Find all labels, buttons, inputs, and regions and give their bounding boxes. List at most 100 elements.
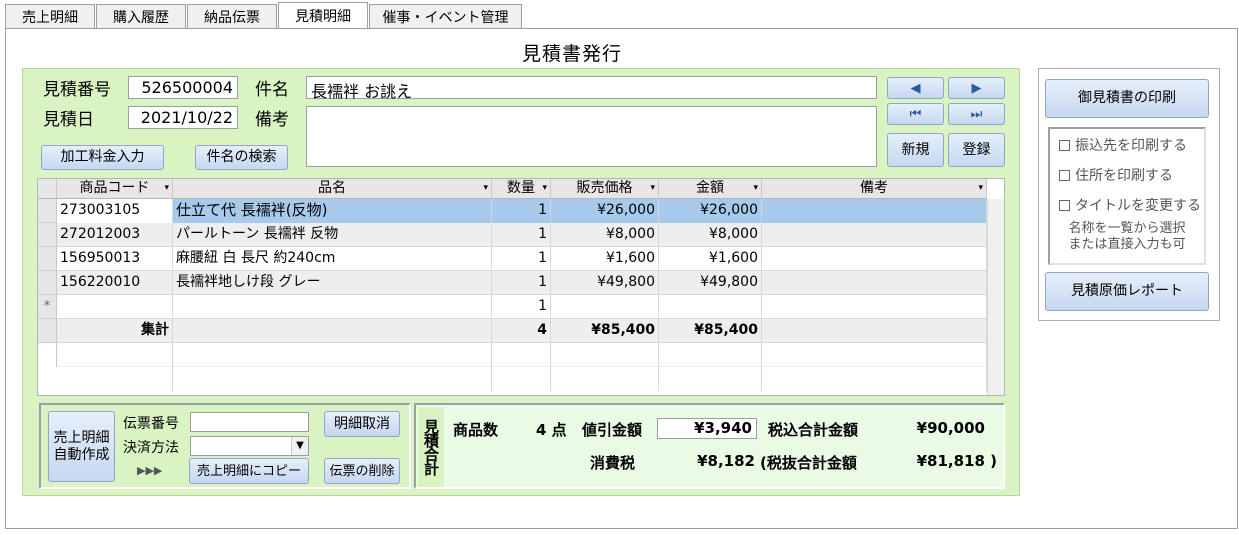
quote-date-field[interactable]: 2021/10/22	[128, 106, 238, 129]
quote-no-label: 見積番号	[43, 80, 111, 100]
cell-code[interactable]: 156220010	[57, 271, 173, 295]
discount-field[interactable]: ¥3,940	[657, 418, 757, 439]
cell-price[interactable]: ¥26,000	[551, 199, 659, 223]
cell-note[interactable]	[762, 271, 987, 295]
chevron-down-icon[interactable]: ▼	[291, 437, 308, 455]
cancel-detail-button[interactable]: 明細取消	[324, 411, 400, 437]
column-header-name[interactable]: 品名 ▾	[173, 179, 492, 199]
column-header-label: 品名	[318, 180, 346, 196]
cell-amount[interactable]: ¥49,800	[659, 271, 762, 295]
table-row[interactable]: 272012003 パールトーン 長襦袢 反物 1 ¥8,000 ¥8,000	[38, 223, 1004, 247]
cell-price[interactable]: ¥49,800	[551, 271, 659, 295]
option-print-address[interactable]: 住所を印刷する	[1059, 165, 1173, 185]
subject-search-button[interactable]: 件名の検索	[195, 145, 288, 170]
column-header-price[interactable]: 販売価格 ▾	[551, 179, 659, 199]
cell-note[interactable]	[762, 247, 987, 271]
grid-scrollbar-gutter[interactable]	[987, 199, 1004, 395]
cell-qty[interactable]: 1	[492, 247, 551, 271]
option-change-title[interactable]: タイトルを変更する	[1059, 195, 1201, 215]
tab-quote-detail[interactable]: 見積明細	[278, 2, 368, 28]
row-selector[interactable]	[38, 199, 57, 223]
quote-summary-panel	[414, 403, 1005, 489]
total-qty: 4	[492, 319, 551, 343]
new-button[interactable]: 新規	[887, 133, 944, 167]
delete-slip-button[interactable]: 伝票の削除	[324, 458, 400, 484]
cell-qty[interactable]: 1	[492, 271, 551, 295]
new-record-row[interactable]: * 1	[38, 295, 1004, 319]
table-row[interactable]: 156220010 長襦袢地しけ段 グレー 1 ¥49,800 ¥49,800	[38, 271, 1004, 295]
column-header-qty[interactable]: 数量 ▾	[492, 179, 551, 199]
cell-note[interactable]	[762, 199, 987, 223]
row-selector[interactable]	[38, 247, 57, 271]
last-record-button[interactable]: ⏭	[948, 103, 1005, 125]
total-amount: ¥85,400	[659, 319, 762, 343]
chevron-down-icon: ▾	[978, 183, 983, 193]
quote-no-field[interactable]: 526500004	[128, 76, 238, 99]
cell-name[interactable]	[173, 295, 492, 319]
cell-price[interactable]: ¥1,600	[551, 247, 659, 271]
table-row[interactable]: 273003105 仕立て代 長襦袢(反物) 1 ¥26,000 ¥26,000	[38, 199, 1004, 223]
processing-fee-button[interactable]: 加工料金入力	[41, 145, 164, 170]
cell-name[interactable]: 長襦袢地しけ段 グレー	[173, 271, 492, 295]
checkbox-icon[interactable]	[1059, 199, 1070, 211]
tax-incl-label: 税込合計金額	[768, 421, 859, 439]
cell-note[interactable]	[762, 295, 987, 319]
cell-code[interactable]: 272012003	[57, 223, 173, 247]
cell-name[interactable]: パールトーン 長襦袢 反物	[173, 223, 492, 247]
column-header-label: 金額	[696, 180, 724, 196]
skip-last-icon: ⏭	[970, 106, 983, 122]
empty-row	[38, 343, 1004, 367]
column-header-amount[interactable]: 金額 ▾	[659, 179, 762, 199]
subject-field[interactable]: 長襦袢 お誂え	[306, 76, 877, 101]
tab-event-management[interactable]: 催事・イベント管理	[369, 4, 522, 28]
cell-qty[interactable]: 1	[492, 199, 551, 223]
cell-amount[interactable]: ¥1,600	[659, 247, 762, 271]
copy-to-sales-button[interactable]: 売上明細にコピー	[189, 458, 309, 484]
cell-name[interactable]: 麻腰紐 白 長尺 約240cm	[173, 247, 492, 271]
empty-cell	[173, 367, 492, 391]
first-record-button[interactable]: ⏮	[887, 103, 944, 125]
tab-purchase-history[interactable]: 購入履歴	[96, 4, 186, 28]
register-button[interactable]: 登録	[948, 133, 1005, 167]
cell-name[interactable]: 仕立て代 長襦袢(反物)	[173, 199, 492, 223]
tax-excl-value: ¥81,818 )	[916, 452, 997, 470]
checkbox-icon[interactable]	[1059, 139, 1070, 151]
total-price: ¥85,400	[551, 319, 659, 343]
cell-code[interactable]: 273003105	[57, 199, 173, 223]
checkbox-icon[interactable]	[1059, 169, 1070, 181]
prev-record-button[interactable]: ◀	[887, 77, 944, 99]
cost-report-button[interactable]: 見積原価レポート	[1045, 272, 1209, 311]
column-header-note[interactable]: 備考 ▾	[762, 179, 987, 199]
cell-qty[interactable]: 1	[492, 223, 551, 247]
tab-sales-detail[interactable]: 売上明細	[5, 4, 95, 28]
cell-code[interactable]	[57, 295, 173, 319]
option-print-transfer[interactable]: 振込先を印刷する	[1059, 135, 1187, 155]
empty-cell	[659, 367, 762, 391]
hint-line: または直接入力も可	[1068, 237, 1186, 252]
empty-cell	[659, 343, 762, 367]
slip-no-field[interactable]	[190, 412, 309, 432]
cell-qty[interactable]: 1	[492, 295, 551, 319]
table-row[interactable]: 156950013 麻腰紐 白 長尺 約240cm 1 ¥1,600 ¥1,60…	[38, 247, 1004, 271]
item-count-value: 4 点	[536, 421, 567, 439]
cell-amount[interactable]: ¥8,000	[659, 223, 762, 247]
cell-price[interactable]	[551, 295, 659, 319]
empty-row	[38, 367, 1004, 391]
chevron-down-icon: ▾	[483, 183, 488, 193]
empty-cell	[57, 343, 173, 367]
cell-amount[interactable]	[659, 295, 762, 319]
cell-code[interactable]: 156950013	[57, 247, 173, 271]
cell-note[interactable]	[762, 223, 987, 247]
column-header-label: 数量	[507, 180, 535, 196]
tab-delivery-slip[interactable]: 納品伝票	[187, 4, 277, 28]
row-selector[interactable]	[38, 223, 57, 247]
row-selector[interactable]	[38, 271, 57, 295]
cell-price[interactable]: ¥8,000	[551, 223, 659, 247]
print-quote-button[interactable]: 御見積書の印刷	[1045, 79, 1209, 118]
auto-create-sales-button[interactable]: 売上明細 自動作成	[48, 411, 115, 482]
remarks-field[interactable]	[306, 106, 877, 167]
payment-select[interactable]: ▼	[190, 436, 309, 456]
column-header-code[interactable]: 商品コード ▾	[57, 179, 173, 199]
cell-amount[interactable]: ¥26,000	[659, 199, 762, 223]
next-record-button[interactable]: ▶	[948, 77, 1005, 99]
